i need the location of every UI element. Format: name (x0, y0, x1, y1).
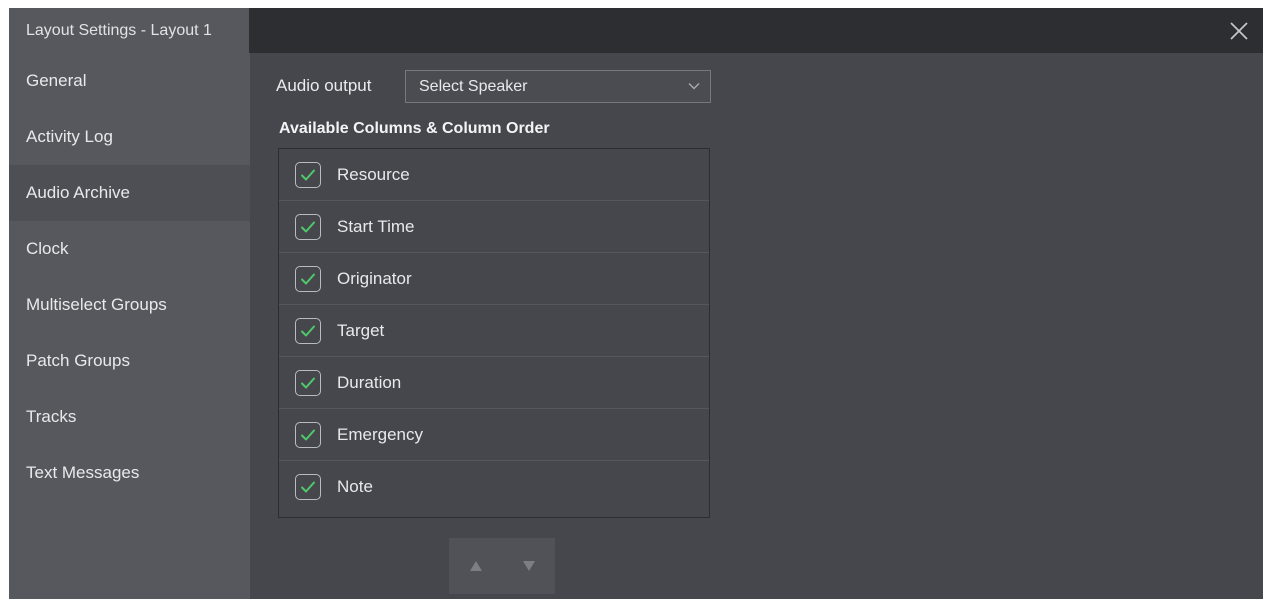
column-checkbox[interactable] (295, 422, 321, 448)
audio-output-select[interactable]: Select Speaker (405, 70, 711, 103)
column-checkbox[interactable] (295, 162, 321, 188)
close-button[interactable] (1215, 8, 1263, 53)
sidebar-item-audio-archive[interactable]: Audio Archive (9, 165, 250, 221)
column-label: Originator (337, 269, 412, 288)
column-checkbox[interactable] (295, 474, 321, 500)
arrow-down-icon (522, 561, 535, 571)
title-bar: Layout Settings - Layout 1 (9, 8, 1263, 53)
sidebar-item-multiselect-groups[interactable]: Multiselect Groups (9, 277, 250, 333)
column-row-duration[interactable]: Duration (279, 357, 709, 409)
sidebar-item-label: Clock (26, 239, 69, 258)
column-label: Start Time (337, 217, 415, 236)
chevron-down-icon (688, 83, 700, 90)
column-label: Note (337, 477, 373, 496)
arrow-up-icon (469, 561, 482, 571)
check-icon (301, 325, 315, 337)
check-icon (301, 377, 315, 389)
column-checkbox[interactable] (295, 214, 321, 240)
sidebar-item-label: General (26, 71, 87, 90)
column-row-resource[interactable]: Resource (279, 149, 709, 201)
column-row-note[interactable]: Note (279, 461, 709, 513)
column-checkbox[interactable] (295, 318, 321, 344)
audio-archive-settings: Audio output Select Speaker Available Co… (250, 53, 1263, 599)
column-checkbox[interactable] (295, 370, 321, 396)
sidebar-item-text-messages[interactable]: Text Messages (9, 445, 250, 501)
column-label: Duration (337, 373, 402, 392)
sidebar-item-general[interactable]: General (9, 53, 250, 109)
column-order-controls (449, 538, 555, 594)
column-row-start-time[interactable]: Start Time (279, 201, 709, 253)
sidebar-item-label: Text Messages (26, 463, 140, 482)
audio-output-label: Audio output (276, 76, 372, 95)
audio-output-value: Select Speaker (419, 78, 528, 95)
move-up-button[interactable] (449, 538, 502, 594)
check-icon (301, 273, 315, 285)
check-icon (301, 429, 315, 441)
dialog-title: Layout Settings - Layout 1 (9, 8, 249, 53)
settings-sidebar: General Activity Log Audio Archive Clock… (9, 53, 250, 599)
move-down-button[interactable] (502, 538, 555, 594)
check-icon (301, 221, 315, 233)
sidebar-item-patch-groups[interactable]: Patch Groups (9, 333, 250, 389)
column-row-emergency[interactable]: Emergency (279, 409, 709, 461)
column-checkbox[interactable] (295, 266, 321, 292)
sidebar-item-label: Activity Log (26, 127, 113, 146)
sidebar-item-clock[interactable]: Clock (9, 221, 250, 277)
close-icon (1230, 21, 1248, 40)
columns-heading: Available Columns & Column Order (279, 120, 550, 137)
sidebar-item-label: Multiselect Groups (26, 295, 167, 314)
sidebar-item-activity-log[interactable]: Activity Log (9, 109, 250, 165)
layout-settings-dialog: Layout Settings - Layout 1 General Activ… (9, 8, 1263, 599)
check-icon (301, 481, 315, 493)
column-row-originator[interactable]: Originator (279, 253, 709, 305)
sidebar-item-tracks[interactable]: Tracks (9, 389, 250, 445)
column-label: Target (337, 321, 385, 340)
column-label: Emergency (337, 425, 423, 444)
check-icon (301, 169, 315, 181)
column-label: Resource (337, 165, 410, 184)
column-order-list: Resource Start Time Originator Target Du… (278, 148, 710, 518)
column-row-target[interactable]: Target (279, 305, 709, 357)
sidebar-item-label: Tracks (26, 407, 77, 426)
sidebar-item-label: Audio Archive (26, 183, 130, 202)
sidebar-item-label: Patch Groups (26, 351, 130, 370)
